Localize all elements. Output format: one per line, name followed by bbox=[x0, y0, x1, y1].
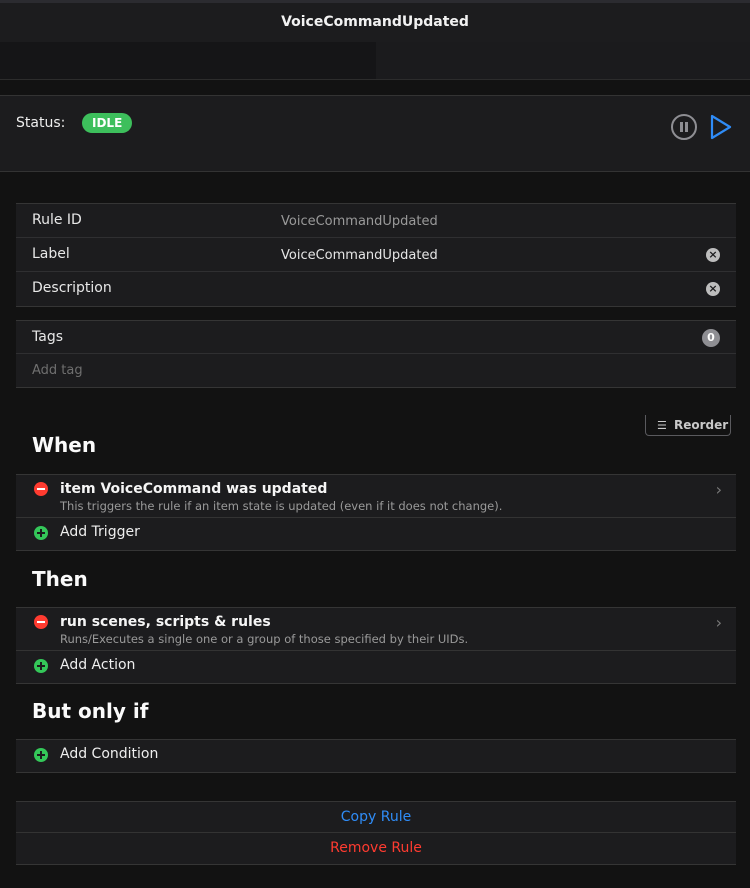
description-row[interactable]: Description × bbox=[16, 272, 736, 306]
status-panel: Status: IDLE bbox=[0, 95, 750, 172]
add-icon bbox=[34, 748, 48, 762]
add-icon bbox=[34, 526, 48, 540]
trigger-title: item VoiceCommand was updated bbox=[60, 481, 328, 497]
pause-icon[interactable] bbox=[670, 113, 698, 141]
add-tag-input[interactable]: Add tag bbox=[32, 363, 83, 378]
remove-trigger-icon[interactable] bbox=[34, 482, 48, 496]
rule-info-list: Rule ID VoiceCommandUpdated Label VoiceC… bbox=[16, 203, 736, 307]
add-action-label: Add Action bbox=[60, 657, 136, 673]
subnavbar-right bbox=[376, 42, 750, 79]
rule-id-row: Rule ID VoiceCommandUpdated bbox=[16, 204, 736, 238]
tags-list: Tags 0 Add tag bbox=[16, 320, 736, 388]
add-tag-row[interactable]: Add tag bbox=[16, 354, 736, 387]
add-condition-button[interactable]: Add Condition bbox=[16, 740, 736, 772]
add-icon bbox=[34, 659, 48, 673]
trigger-item[interactable]: item VoiceCommand was updated This trigg… bbox=[16, 475, 736, 518]
add-trigger-button[interactable]: Add Trigger bbox=[16, 518, 736, 550]
actions-list: run scenes, scripts & rules Runs/Execute… bbox=[16, 607, 736, 684]
trigger-description: This triggers the rule if an item state … bbox=[60, 499, 503, 513]
description-field-label: Description bbox=[32, 280, 112, 296]
label-field-label: Label bbox=[32, 246, 70, 262]
play-icon[interactable] bbox=[706, 113, 734, 141]
subnavbar bbox=[0, 42, 750, 80]
label-input[interactable]: VoiceCommandUpdated bbox=[281, 248, 438, 263]
remove-rule-button[interactable]: Remove Rule bbox=[16, 833, 736, 864]
rule-actions-list: Copy Rule Remove Rule bbox=[16, 801, 736, 865]
add-condition-label: Add Condition bbox=[60, 746, 159, 762]
reorder-icon: ☰ bbox=[657, 419, 667, 432]
clear-description-icon[interactable]: × bbox=[706, 282, 720, 296]
navbar: VoiceCommandUpdated bbox=[0, 0, 750, 42]
remove-action-icon[interactable] bbox=[34, 615, 48, 629]
action-description: Runs/Executes a single one or a group of… bbox=[60, 632, 469, 646]
rule-id-value: VoiceCommandUpdated bbox=[281, 214, 438, 229]
chevron-right-icon: › bbox=[715, 480, 722, 499]
then-section-title: Then bbox=[32, 567, 88, 591]
rule-id-label: Rule ID bbox=[32, 212, 82, 228]
triggers-list: item VoiceCommand was updated This trigg… bbox=[16, 474, 736, 551]
clear-label-icon[interactable]: × bbox=[706, 248, 720, 262]
conditions-list: Add Condition bbox=[16, 739, 736, 773]
reorder-button[interactable]: ☰ Reorder bbox=[645, 415, 731, 436]
add-action-button[interactable]: Add Action bbox=[16, 651, 736, 683]
tags-count-badge: 0 bbox=[702, 329, 720, 347]
status-label: Status: bbox=[16, 115, 66, 131]
action-title: run scenes, scripts & rules bbox=[60, 614, 271, 630]
chevron-right-icon: › bbox=[715, 613, 722, 632]
when-section-title: When bbox=[32, 433, 97, 457]
label-row[interactable]: Label VoiceCommandUpdated × bbox=[16, 238, 736, 272]
page-title: VoiceCommandUpdated bbox=[281, 14, 469, 30]
action-item[interactable]: run scenes, scripts & rules Runs/Execute… bbox=[16, 608, 736, 651]
tags-row: Tags 0 bbox=[16, 321, 736, 354]
tags-label: Tags bbox=[32, 329, 63, 345]
copy-rule-button[interactable]: Copy Rule bbox=[16, 802, 736, 833]
only-if-section-title: But only if bbox=[32, 699, 149, 723]
add-trigger-label: Add Trigger bbox=[60, 524, 140, 540]
status-badge: IDLE bbox=[82, 113, 133, 133]
reorder-label: Reorder bbox=[674, 418, 729, 432]
